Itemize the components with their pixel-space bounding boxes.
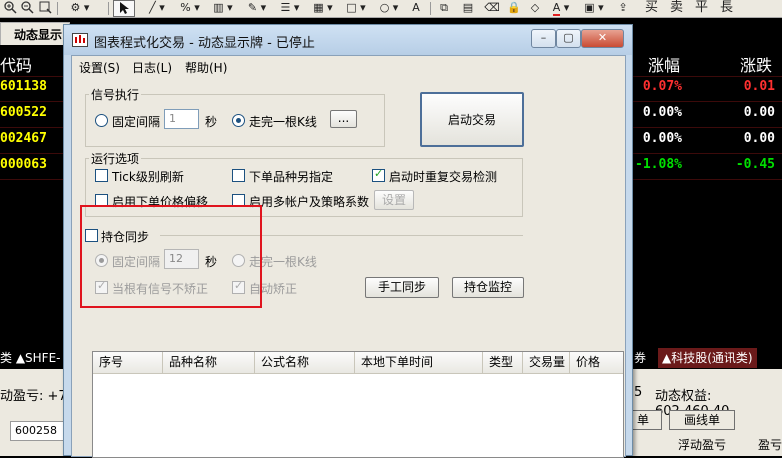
pen-tool-icon[interactable]: ✎ ▾ (243, 0, 271, 17)
eraser-icon[interactable]: ◇ (526, 0, 544, 17)
quote-change-pct: 0.00% (642, 131, 682, 146)
quote-change: -0.45 (735, 157, 775, 172)
tab-dynamic-display[interactable]: 动态显示 (0, 22, 70, 45)
order-variety-label: 下单品种另指定 (249, 170, 334, 184)
quote-change: 0.00 (743, 105, 775, 120)
lock-icon[interactable]: 🔒 (506, 0, 522, 17)
floating-pnl-tail: 5 (634, 385, 643, 400)
save-template-icon[interactable]: ▣ ▾ (580, 0, 608, 17)
quote-change: 0.00 (743, 131, 775, 146)
column-header-index[interactable]: 序号 (93, 352, 163, 374)
close-position-button[interactable]: 平 (695, 0, 708, 17)
tick-refresh-checkbox[interactable] (95, 169, 108, 182)
grid-tool-icon[interactable]: ▦ ▾ (309, 0, 337, 17)
kline-radio[interactable] (232, 114, 245, 127)
menu-log[interactable]: 日志(L) (132, 59, 172, 76)
bar-chart-tool-icon[interactable]: ▥ ▾ (209, 0, 237, 17)
quote-change: 0.01 (743, 79, 775, 94)
quote-code[interactable]: 600522 (0, 105, 47, 120)
quote-change-pct: 0.07% (642, 79, 682, 94)
column-header-variety[interactable]: 品种名称 (163, 352, 255, 374)
menu-settings[interactable]: 设置(S) (79, 59, 120, 76)
paste-icon[interactable]: ▤ (460, 0, 476, 17)
cursor-pointer-icon[interactable] (113, 0, 135, 17)
manual-sync-button[interactable]: 手工同步 (365, 277, 439, 298)
export-icon[interactable]: ⇪ (613, 0, 633, 17)
close-button[interactable]: ✕ (581, 29, 624, 48)
box-zoom-icon[interactable] (37, 0, 53, 17)
column-header-code: 代码 (0, 56, 33, 75)
signal-execution-title: 信号执行 (89, 86, 142, 103)
main-toolbar: ⚙ ▾ ╱ ▾ % ▾ ▥ ▾ ✎ ▾ ☰ ▾ ▦ ▾ □ ▾ ○ ▾ A ⧉ … (0, 0, 782, 18)
code-input[interactable]: 600258 (10, 421, 66, 441)
sector-tab[interactable]: 类 ▲SHFE- (0, 348, 61, 368)
percent-tool-icon[interactable]: % ▾ (176, 0, 204, 17)
column-header-formula[interactable]: 公式名称 (255, 352, 355, 374)
fixed-interval-radio[interactable] (95, 114, 108, 127)
order-list-header: 序号 品种名称 公式名称 本地下单时间 类型 交易量 价格 (93, 352, 623, 374)
signal-interval-input[interactable]: 1 (164, 109, 199, 129)
zoom-in-icon[interactable] (2, 0, 18, 17)
sell-button[interactable]: 卖 (670, 0, 683, 17)
start-trading-button[interactable]: 启动交易 (420, 92, 524, 147)
seconds-label: 秒 (205, 115, 218, 129)
multi-account-label: 启用多帐户及策略系数 (249, 195, 370, 209)
menu-help[interactable]: 帮助(H) (185, 59, 227, 76)
highlight-box (80, 205, 262, 308)
copy-icon[interactable]: ⧉ (436, 0, 452, 17)
order-variety-checkbox[interactable] (232, 169, 245, 182)
minimize-button[interactable]: – (531, 29, 556, 48)
quote-code[interactable]: 601138 (0, 79, 47, 94)
position-monitor-button[interactable]: 持仓监控 (452, 277, 524, 298)
column-header-pnl: 盈亏 (758, 438, 782, 452)
column-header-floating-pnl: 浮动盈亏 (678, 438, 727, 452)
dialog-title: 图表程式化交易 - 动态显示牌 - 已停止 (94, 36, 315, 51)
sector-tab[interactable]: 券 (634, 348, 646, 368)
column-header-change-pct: 涨幅 (648, 56, 681, 75)
run-options-title: 运行选项 (89, 150, 142, 167)
draw-line-order-button[interactable]: 画线单 (669, 410, 735, 430)
text-tool-icon[interactable]: A (408, 0, 424, 17)
tick-refresh-label: Tick级别刷新 (112, 170, 184, 184)
sector-tab-active[interactable]: ▲科技股(通讯类) (658, 348, 757, 368)
font-color-icon[interactable]: A ▾ (548, 0, 574, 17)
fixed-interval-label: 固定间隔 (112, 115, 161, 129)
zoom-out-icon[interactable] (19, 0, 35, 17)
kline-label: 走完一根K线 (249, 115, 317, 129)
column-header-order-time[interactable]: 本地下单时间 (355, 352, 483, 374)
column-header-change: 涨跌 (740, 56, 773, 75)
draw-line-icon[interactable]: ╱ ▾ (143, 0, 171, 17)
order-list[interactable]: 序号 品种名称 公式名称 本地下单时间 类型 交易量 价格 (92, 351, 624, 458)
rectangle-tool-icon[interactable]: □ ▾ (342, 0, 370, 17)
app-icon (72, 33, 88, 47)
quote-code[interactable]: 000063 (0, 157, 47, 172)
column-header-price[interactable]: 价格 (570, 352, 623, 374)
quote-change-pct: 0.00% (642, 105, 682, 120)
delete-icon[interactable]: ⌫ (484, 0, 500, 17)
dialog-title-bar[interactable]: 图表程式化交易 - 动态显示牌 - 已停止 – ▢ ✕ (64, 25, 632, 55)
restart-check-checkbox[interactable] (372, 167, 385, 182)
circle-tool-icon[interactable]: ○ ▾ (375, 0, 403, 17)
more-options-button[interactable]: ... (330, 110, 357, 128)
maximize-button[interactable]: ▢ (556, 29, 581, 48)
column-header-type[interactable]: 类型 (483, 352, 523, 374)
long-button[interactable]: 長 (720, 0, 733, 17)
list-tool-icon[interactable]: ☰ ▾ (276, 0, 304, 17)
restart-check-label: 启动时重复交易检测 (389, 170, 498, 184)
quote-change-pct: -1.08% (635, 157, 682, 172)
quote-code[interactable]: 002467 (0, 131, 47, 146)
buy-button[interactable]: 买 (645, 0, 658, 17)
settings-gear-icon[interactable]: ⚙ ▾ (62, 0, 98, 17)
account-settings-button[interactable]: 设置 (374, 190, 414, 210)
column-header-volume[interactable]: 交易量 (523, 352, 570, 374)
